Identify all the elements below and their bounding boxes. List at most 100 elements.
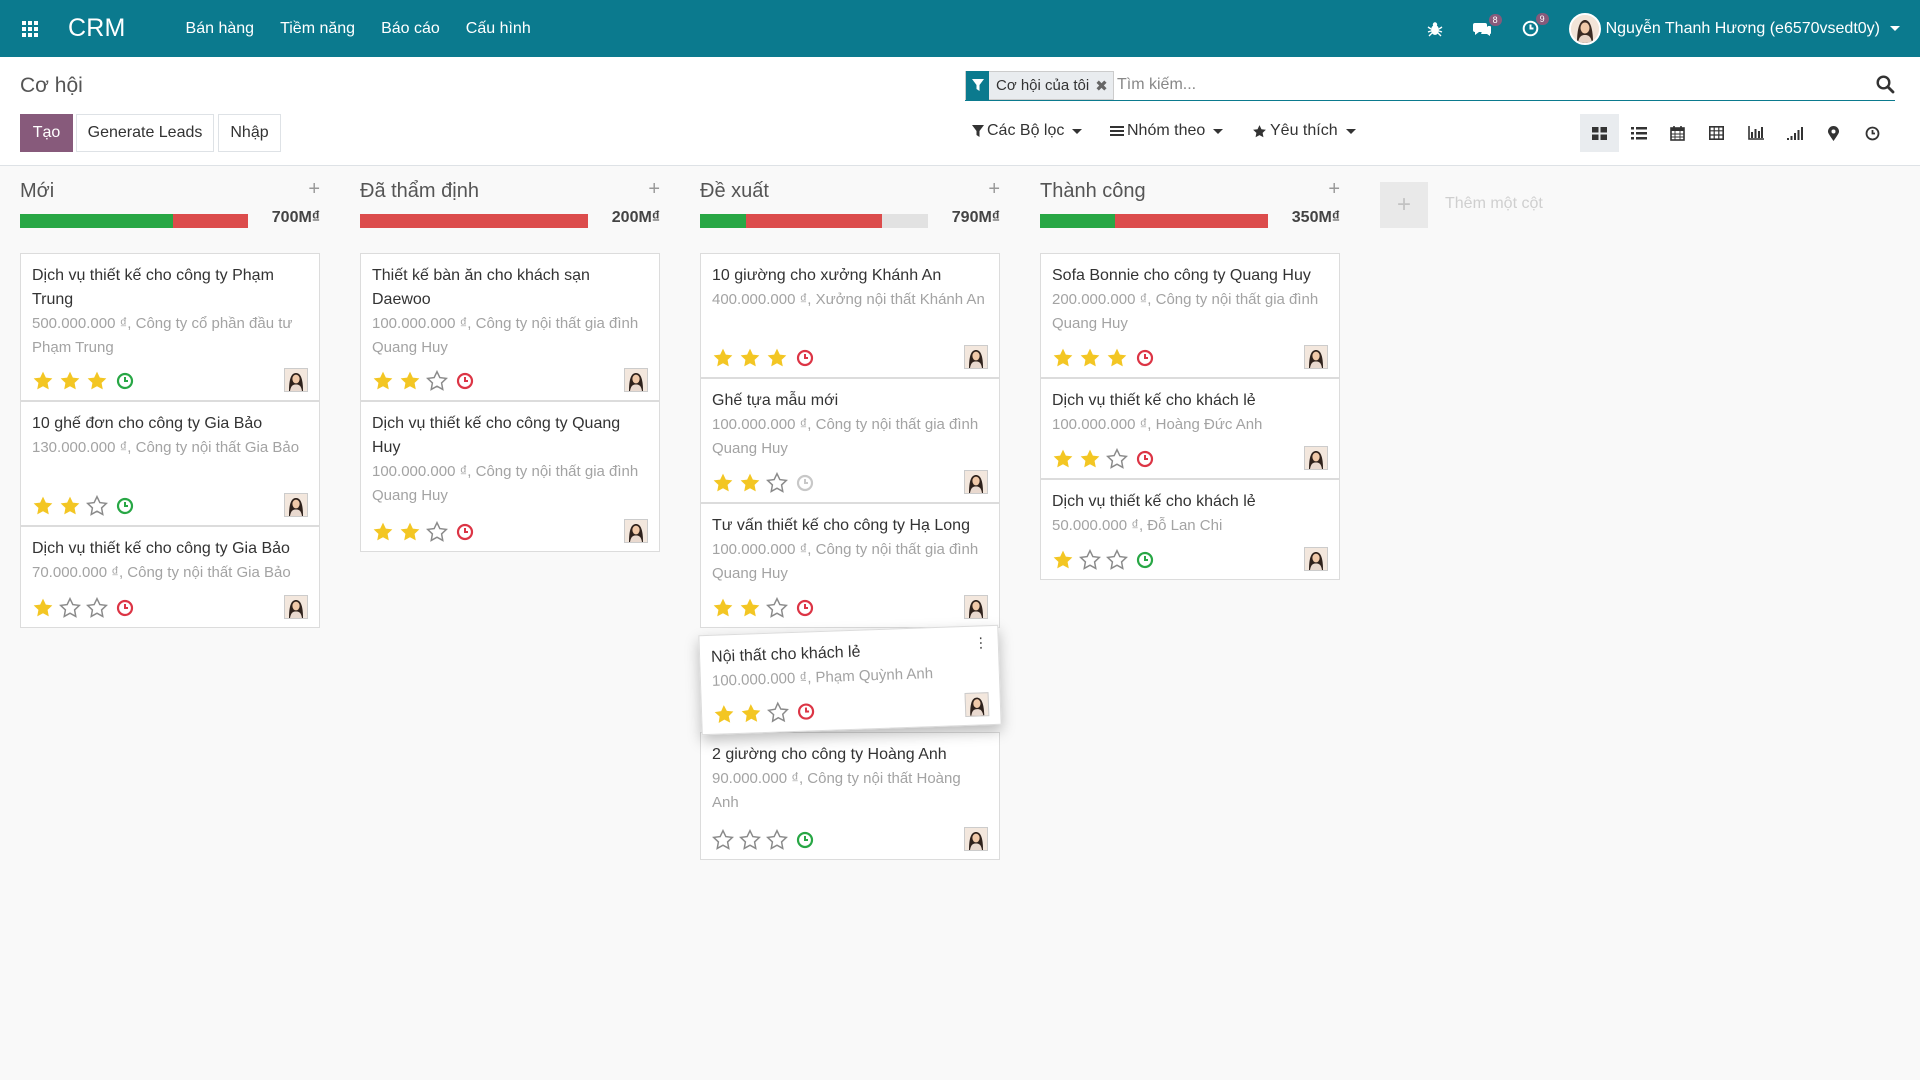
column-progress-bar[interactable] [700, 214, 928, 228]
star-filled-icon[interactable] [372, 370, 394, 392]
activity-clock-icon[interactable] [796, 349, 814, 367]
star-empty-icon[interactable] [766, 597, 788, 619]
column-progress-bar[interactable] [20, 214, 248, 228]
groupby-dropdown[interactable]: Nhóm theo [1110, 122, 1224, 140]
activity-clock-icon[interactable] [116, 599, 134, 617]
star-empty-icon[interactable] [59, 597, 81, 619]
salesperson-avatar[interactable] [964, 827, 988, 851]
star-empty-icon[interactable] [1106, 549, 1128, 571]
activity-clock-icon[interactable] [116, 497, 134, 515]
kanban-card[interactable]: Nội thất cho khách lẻ 100.000.000 ₫, Phạm… [698, 624, 1002, 736]
activity-clock-icon[interactable] [796, 831, 814, 849]
add-column-button[interactable]: + [1380, 182, 1428, 228]
salesperson-avatar[interactable] [964, 470, 988, 494]
column-progress-bar[interactable] [360, 214, 588, 228]
kanban-card[interactable]: Dịch vụ thiết kế cho công ty Quang Huy 10… [360, 401, 660, 552]
column-title[interactable]: Mới [20, 180, 54, 203]
star-filled-icon[interactable] [739, 472, 761, 494]
star-filled-icon[interactable] [712, 347, 734, 369]
create-button[interactable]: Tạo [20, 114, 73, 152]
activity-clock-icon[interactable] [796, 599, 814, 617]
menu-item-config[interactable]: Cấu hình [466, 20, 531, 38]
star-filled-icon[interactable] [739, 347, 761, 369]
salesperson-avatar[interactable] [1304, 446, 1328, 470]
star-empty-icon[interactable] [426, 521, 448, 543]
star-empty-icon[interactable] [767, 701, 790, 724]
search-icon[interactable] [1876, 75, 1895, 99]
star-filled-icon[interactable] [32, 370, 54, 392]
kanban-card[interactable]: 10 giường cho xưởng Khánh An 400.000.000 … [700, 253, 1000, 378]
kanban-card[interactable]: Sofa Bonnie cho công ty Quang Huy 200.000… [1040, 253, 1340, 378]
user-menu[interactable]: Nguyễn Thanh Hương (e6570vsedt0y) [1568, 12, 1900, 45]
kanban-card[interactable]: Dịch vụ thiết kế cho công ty Gia Bảo 70.0… [20, 526, 320, 628]
column-title[interactable]: Thành công [1040, 180, 1146, 203]
kanban-card[interactable]: Ghế tựa mẫu mới 100.000.000 ₫, Công ty nộ… [700, 378, 1000, 503]
star-filled-icon[interactable] [86, 370, 108, 392]
activity-clock-icon[interactable]: 9 [1522, 13, 1549, 37]
column-title[interactable]: Đề xuất [700, 180, 769, 203]
star-filled-icon[interactable] [372, 521, 394, 543]
activity-clock-icon[interactable] [1136, 551, 1154, 569]
activity-clock-icon[interactable] [456, 523, 474, 541]
progress-segment-overdue[interactable] [1115, 214, 1268, 228]
salesperson-avatar[interactable] [1304, 547, 1328, 571]
pivot-view-icon[interactable] [1697, 114, 1736, 152]
progress-segment-won[interactable] [20, 214, 173, 228]
star-filled-icon[interactable] [740, 702, 763, 725]
star-empty-icon[interactable] [712, 829, 734, 851]
favorites-dropdown[interactable]: Yêu thích [1252, 122, 1356, 140]
generate-leads-button[interactable]: Generate Leads [76, 114, 214, 152]
star-empty-icon[interactable] [739, 829, 761, 851]
salesperson-avatar[interactable] [964, 595, 988, 619]
activity-view-icon[interactable] [1853, 114, 1892, 152]
salesperson-avatar[interactable] [1304, 345, 1328, 369]
star-filled-icon[interactable] [712, 597, 734, 619]
salesperson-avatar[interactable] [964, 345, 988, 369]
star-filled-icon[interactable] [399, 370, 421, 392]
star-empty-icon[interactable] [766, 829, 788, 851]
star-filled-icon[interactable] [1052, 448, 1074, 470]
star-empty-icon[interactable] [86, 495, 108, 517]
kanban-card[interactable]: 2 giường cho công ty Hoàng Anh 90.000.000… [700, 732, 1000, 860]
salesperson-avatar[interactable] [624, 519, 648, 543]
calendar-view-icon[interactable] [1658, 114, 1697, 152]
column-quick-add-icon[interactable]: + [648, 178, 660, 201]
column-progress-bar[interactable] [1040, 214, 1268, 228]
map-view-icon[interactable] [1814, 114, 1853, 152]
column-title[interactable]: Đã thẩm định [360, 180, 479, 203]
star-filled-icon[interactable] [32, 495, 54, 517]
menu-item-leads[interactable]: Tiềm năng [280, 20, 355, 38]
import-button[interactable]: Nhập [218, 114, 281, 152]
salesperson-avatar[interactable] [284, 493, 308, 517]
kanban-view-icon[interactable] [1580, 114, 1619, 152]
activity-clock-icon[interactable] [1136, 450, 1154, 468]
activity-clock-icon[interactable] [116, 372, 134, 390]
column-quick-add-icon[interactable]: + [1328, 178, 1340, 201]
progress-segment-overdue[interactable] [745, 214, 883, 228]
kanban-card[interactable]: Dịch vụ thiết kế cho công ty Phạm Trung 5… [20, 253, 320, 401]
salesperson-avatar[interactable] [624, 368, 648, 392]
progress-segment-won[interactable] [1040, 214, 1116, 228]
kanban-card[interactable]: Tư vấn thiết kế cho công ty Hạ Long 100.0… [700, 503, 1000, 628]
activity-clock-icon[interactable] [456, 372, 474, 390]
progress-segment-overdue[interactable] [360, 214, 588, 228]
star-filled-icon[interactable] [766, 347, 788, 369]
kanban-card[interactable]: Dịch vụ thiết kế cho khách lẻ 50.000.000 … [1040, 479, 1340, 580]
star-filled-icon[interactable] [713, 703, 736, 726]
star-filled-icon[interactable] [59, 495, 81, 517]
bug-icon[interactable] [1427, 21, 1443, 37]
filters-dropdown[interactable]: Các Bộ lọc [972, 122, 1083, 140]
star-filled-icon[interactable] [1052, 549, 1074, 571]
column-quick-add-icon[interactable]: + [308, 178, 320, 201]
search-input[interactable] [1117, 76, 1817, 94]
menu-item-sales[interactable]: Bán hàng [186, 20, 255, 38]
kanban-card[interactable]: Dịch vụ thiết kế cho khách lẻ 100.000.000… [1040, 378, 1340, 479]
salesperson-avatar[interactable] [284, 595, 308, 619]
star-empty-icon[interactable] [86, 597, 108, 619]
star-empty-icon[interactable] [766, 472, 788, 494]
graph-view-icon[interactable] [1736, 114, 1775, 152]
add-column-label[interactable]: Thêm một cột [1445, 195, 1543, 213]
cohort-view-icon[interactable] [1775, 114, 1814, 152]
chat-icon[interactable]: 8 [1472, 13, 1502, 37]
app-brand[interactable]: CRM [68, 14, 126, 43]
